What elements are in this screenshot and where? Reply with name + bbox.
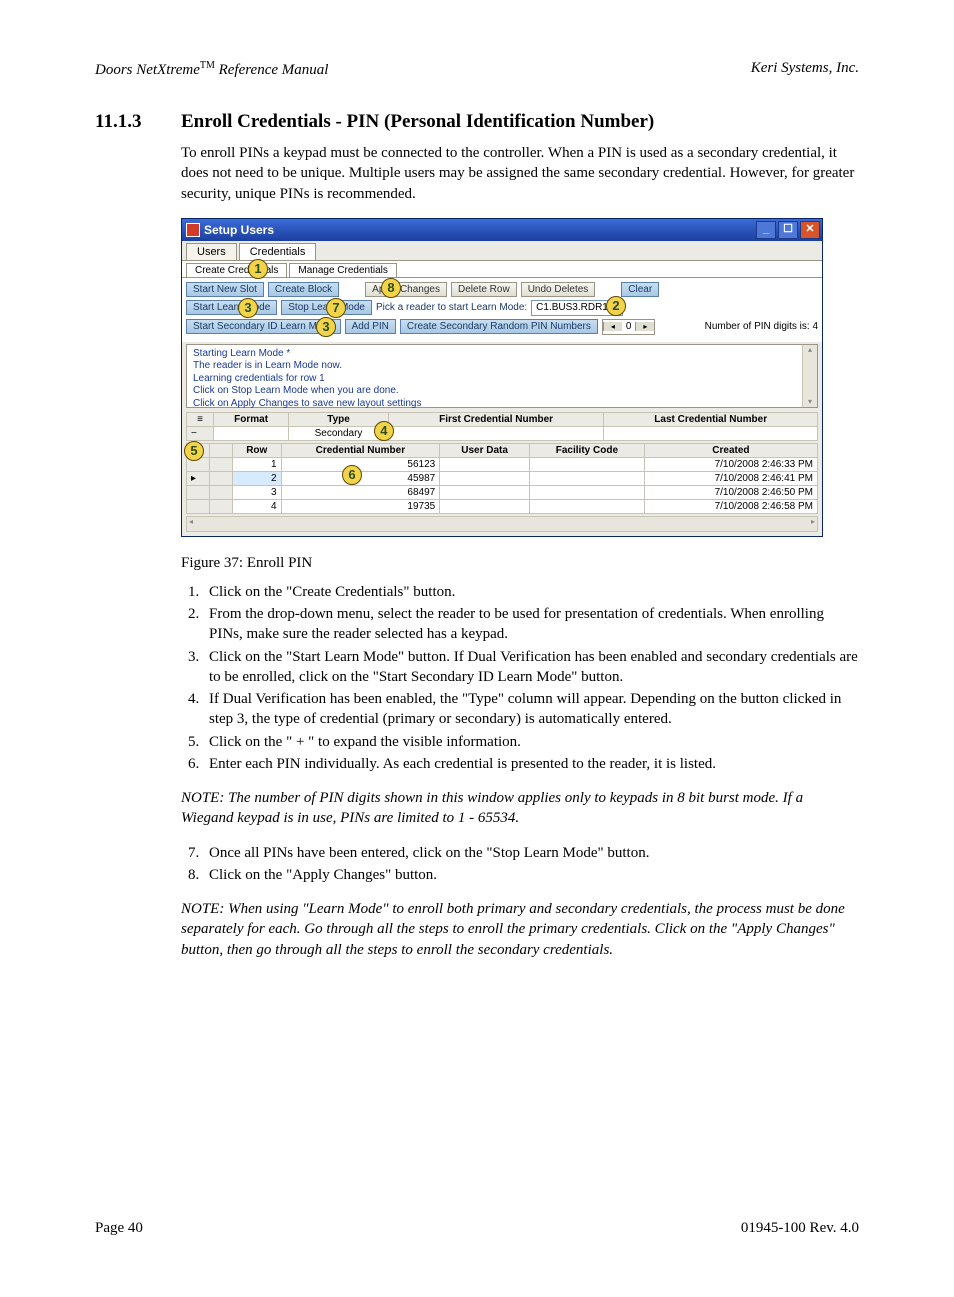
callout-8: 8 xyxy=(381,278,401,298)
product-name: Doors NetXtreme xyxy=(95,62,200,78)
clear-button[interactable]: Clear xyxy=(621,282,659,297)
doc-type: Reference Manual xyxy=(215,62,329,78)
col-user: User Data xyxy=(440,443,530,457)
table-row[interactable]: 4197357/10/2008 2:46:58 PM xyxy=(187,499,818,513)
expand-toggle[interactable]: − xyxy=(187,426,214,440)
col-type: Type xyxy=(289,412,389,426)
tab-users[interactable]: Users xyxy=(186,243,237,260)
msg-line-5: Click on Apply Changes to save new layou… xyxy=(193,398,811,411)
pin-digits-label: Number of PIN digits is: 4 xyxy=(705,321,818,332)
step-item: From the drop-down menu, select the read… xyxy=(203,604,859,645)
close-button[interactable]: ✕ xyxy=(800,221,820,239)
window-title: Setup Users xyxy=(204,223,274,237)
company-name: Keri Systems, Inc. xyxy=(751,60,859,79)
msg-line-1: Starting Learn Mode * xyxy=(193,348,811,361)
horizontal-scrollbar[interactable] xyxy=(186,516,818,532)
step-item: If Dual Verification has been enabled, t… xyxy=(203,689,859,730)
callout-2: 2 xyxy=(606,296,626,316)
start-learn-button[interactable]: Start Learn Mode xyxy=(186,300,277,315)
add-pin-button[interactable]: Add PIN xyxy=(345,319,396,334)
type-cell: Secondary 4 xyxy=(289,426,389,440)
pick-reader-label: Pick a reader to start Learn Mode: xyxy=(376,302,527,313)
pin-count-spinner[interactable]: ◂0▸ xyxy=(602,319,656,335)
table-row[interactable]: ▸2459877/10/2008 2:46:41 PM xyxy=(187,471,818,485)
page-header: Doors NetXtremeTM Reference Manual Keri … xyxy=(95,60,859,79)
create-block-button[interactable]: Create Block xyxy=(268,282,339,297)
col-created: Created xyxy=(644,443,817,457)
first-cred-cell xyxy=(388,426,604,440)
step-item: Enter each PIN individually. As each cre… xyxy=(203,754,859,774)
msg-line-3: Learning credentials for row 1 xyxy=(193,373,811,386)
format-cell xyxy=(214,426,289,440)
callout-3b: 3 xyxy=(316,317,336,337)
steps-list-a: Click on the "Create Credentials" button… xyxy=(181,582,859,774)
col-last: Last Credential Number xyxy=(604,412,818,426)
step-item: Click on the "Apply Changes" button. xyxy=(203,865,859,885)
intro-paragraph: To enroll PINs a keypad must be connecte… xyxy=(181,143,859,204)
summary-grid: ≡ Format Type First Credential Number La… xyxy=(186,412,818,441)
subtab-create[interactable]: Create Credentials xyxy=(186,263,287,277)
note-1: NOTE: The number of PIN digits shown in … xyxy=(181,788,859,829)
sub-tabs: Create Credentials Manage Credentials 1 xyxy=(182,260,822,277)
page-footer: Page 40 01945-100 Rev. 4.0 xyxy=(95,1220,859,1237)
last-cred-cell xyxy=(604,426,818,440)
page-number: Page 40 xyxy=(95,1220,143,1237)
minimize-button[interactable]: _ xyxy=(756,221,776,239)
expand-header: ≡ xyxy=(187,412,214,426)
table-row[interactable]: 3684977/10/2008 2:46:50 PM xyxy=(187,485,818,499)
revision: 01945-100 Rev. 4.0 xyxy=(741,1220,859,1237)
message-log: Starting Learn Mode * The reader is in L… xyxy=(186,344,818,408)
section-title: Enroll Credentials - PIN (Personal Ident… xyxy=(181,111,654,132)
table-row[interactable]: 1561237/10/2008 2:46:33 PM xyxy=(187,457,818,471)
start-new-slot-button[interactable]: Start New Slot xyxy=(186,282,264,297)
tab-credentials[interactable]: Credentials xyxy=(239,243,317,260)
apply-changes-button[interactable]: Apply Changes xyxy=(365,282,447,297)
section-heading: 11.1.3Enroll Credentials - PIN (Personal… xyxy=(95,111,859,133)
callout-5: 5 xyxy=(184,441,204,461)
trademark: TM xyxy=(200,60,215,71)
toolbar-area: Start New Slot Create Block Apply Change… xyxy=(182,277,822,342)
callout-1: 1 xyxy=(248,259,268,279)
col-fac: Facility Code xyxy=(529,443,644,457)
note-2: NOTE: When using "Learn Mode" to enroll … xyxy=(181,899,859,960)
callout-3a: 3 xyxy=(238,298,258,318)
maximize-button[interactable]: ☐ xyxy=(778,221,798,239)
setup-users-window: Setup Users _ ☐ ✕ Users Credentials Crea… xyxy=(181,218,823,537)
callout-7: 7 xyxy=(326,298,346,318)
msg-line-2: The reader is in Learn Mode now. xyxy=(193,360,811,373)
step-item: Click on the "Create Credentials" button… xyxy=(203,582,859,602)
figure-caption: Figure 37: Enroll PIN xyxy=(181,555,859,572)
undo-deletes-button[interactable]: Undo Deletes xyxy=(521,282,596,297)
col-format: Format xyxy=(214,412,289,426)
figure-screenshot: Setup Users _ ☐ ✕ Users Credentials Crea… xyxy=(181,218,859,537)
step-item: Click on the "Start Learn Mode" button. … xyxy=(203,647,859,688)
titlebar: Setup Users _ ☐ ✕ xyxy=(182,219,822,241)
data-grid: Row Credential Number User Data Facility… xyxy=(186,443,818,514)
main-tabs: Users Credentials xyxy=(182,241,822,260)
message-scrollbar[interactable] xyxy=(802,345,817,407)
col-row: Row xyxy=(233,443,282,457)
section-number: 11.1.3 xyxy=(95,111,181,133)
step-item: Click on the " + " to expand the visible… xyxy=(203,732,859,752)
step-item: Once all PINs have been entered, click o… xyxy=(203,843,859,863)
callout-6: 6 xyxy=(342,465,362,485)
col-first: First Credential Number xyxy=(388,412,604,426)
create-sec-random-button[interactable]: Create Secondary Random PIN Numbers xyxy=(400,319,598,334)
subtab-manage[interactable]: Manage Credentials xyxy=(289,263,397,277)
msg-line-4: Click on Stop Learn Mode when you are do… xyxy=(193,385,811,398)
col-cred: Credential Number xyxy=(281,443,440,457)
callout-4: 4 xyxy=(374,421,394,441)
delete-row-button[interactable]: Delete Row xyxy=(451,282,517,297)
app-icon xyxy=(186,223,200,237)
steps-list-b: Once all PINs have been entered, click o… xyxy=(181,843,859,886)
